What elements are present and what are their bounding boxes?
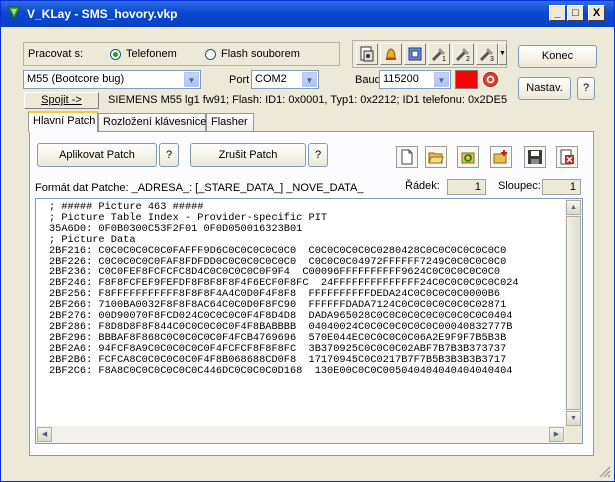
row-value: 1	[447, 179, 486, 195]
add-patch-button[interactable]	[490, 146, 512, 168]
editor-line[interactable]: 2BF2B6: FCFCA8C0C0C0C0C0F4F8B068688CD0F8…	[49, 354, 519, 366]
title-bar[interactable]: V_KLay - SMS_hovory.vkp _ □ X	[1, 1, 614, 27]
chip-button[interactable]	[404, 43, 426, 65]
bell-icon	[386, 48, 396, 60]
delete-file-button[interactable]	[556, 146, 578, 168]
column-label: Sloupec:	[498, 180, 541, 192]
scrollbar-corner	[565, 426, 582, 443]
add-folder-icon	[493, 150, 507, 164]
resize-grip-icon[interactable]	[598, 465, 611, 478]
chevron-up-icon: ▲	[570, 204, 577, 211]
open-folder-icon	[428, 152, 444, 164]
svg-text:1: 1	[442, 56, 446, 63]
chevron-right-icon: ▶	[553, 431, 560, 438]
editor-line[interactable]: 2BF2C6: F8A8C0C0C0C0C0C0C446DC0C0C0C0D16…	[49, 365, 519, 377]
tool3-button[interactable]: 3	[476, 43, 498, 65]
cancel-patch-button[interactable]: Zrušit Patch	[190, 143, 306, 167]
new-file-button[interactable]	[396, 146, 418, 168]
new-file-icon	[401, 149, 413, 165]
work-with-label: Pracovat s:	[28, 48, 84, 60]
tab-flasher[interactable]: Flasher	[206, 113, 254, 131]
column-value: 1	[542, 179, 581, 195]
row-label: Řádek:	[405, 180, 440, 192]
tool2-icon: 2	[455, 47, 470, 63]
stop-button[interactable]	[482, 71, 499, 88]
cancel-patch-help-button[interactable]: ?	[308, 143, 328, 167]
scroll-up-button[interactable]: ▲	[566, 200, 581, 215]
maximize-button[interactable]: □	[567, 5, 584, 21]
scroll-down-button[interactable]: ▼	[566, 411, 581, 426]
delete-file-icon	[560, 149, 574, 165]
end-button[interactable]: Konec	[518, 45, 597, 68]
baud-value: 115200	[383, 73, 419, 85]
connect-button[interactable]: Spojit ->	[24, 92, 99, 109]
chevron-down-icon: ▼	[570, 415, 577, 422]
svg-text:3: 3	[490, 56, 494, 63]
editor-line[interactable]: ; Picture Data	[49, 234, 519, 246]
patch-format-label: Formát dat Patche: _ADRESA_: [_STARE_DAT…	[35, 182, 364, 194]
scroll-left-button[interactable]: ◀	[37, 427, 52, 442]
port-select[interactable]: COM2 ▼	[251, 70, 319, 89]
close-button[interactable]: X	[588, 5, 605, 21]
device-status-text: SIEMENS M55 lg1 fw91; Flash: ID1: 0x0001…	[108, 94, 508, 106]
horizontal-scrollbar[interactable]: ◀ ▶	[36, 426, 565, 443]
chevron-down-icon[interactable]: ▼	[184, 72, 199, 87]
svg-text:2: 2	[466, 56, 470, 63]
port-label: Port	[229, 74, 250, 86]
radio-phone[interactable]	[110, 49, 121, 60]
bell-button[interactable]	[380, 43, 402, 65]
baud-select[interactable]: 115200 ▼	[379, 70, 451, 89]
open-file-button[interactable]	[425, 146, 447, 168]
patch-text[interactable]: ; ##### Picture 463 #####; Picture Table…	[49, 202, 519, 377]
save-button[interactable]	[524, 146, 546, 168]
chevron-down-icon: ▼	[499, 50, 506, 57]
tab-keyboard-layout[interactable]: Rozložení klávesnice	[98, 113, 206, 131]
chip-icon	[408, 47, 422, 61]
connection-status-indicator	[455, 70, 478, 89]
connect-label: Spojit ->	[41, 94, 82, 106]
tool1-icon: 1	[431, 47, 446, 63]
tab-main-patch[interactable]: Hlavní Patch	[28, 111, 98, 132]
window-title: V_KLay - SMS_hovory.vkp	[27, 7, 178, 21]
model-value: M55 (Bootcore bug)	[27, 73, 125, 85]
vertical-scroll-thumb[interactable]	[566, 216, 581, 410]
vertical-scrollbar[interactable]: ▲ ▼	[565, 199, 582, 427]
stop-icon	[483, 72, 498, 87]
port-value: COM2	[255, 73, 287, 85]
radio-phone-label[interactable]: Telefonem	[126, 48, 177, 60]
patch-editor[interactable]: ; ##### Picture 463 #####; Picture Table…	[35, 198, 583, 444]
tool1-button[interactable]: 1	[428, 43, 450, 65]
settings-help-button[interactable]: ?	[577, 77, 595, 100]
save-icon	[528, 150, 542, 164]
app-window: V_KLay - SMS_hovory.vkp _ □ X Pracovat s…	[0, 0, 615, 482]
minimize-button[interactable]: _	[549, 5, 566, 21]
chevron-down-icon[interactable]: ▼	[434, 72, 449, 87]
app-logo-icon	[7, 6, 21, 20]
tool2-button[interactable]: 2	[452, 43, 474, 65]
chevron-left-icon: ◀	[41, 431, 48, 438]
reload-button[interactable]	[457, 146, 479, 168]
tool3-icon: 3	[479, 47, 494, 63]
scroll-right-button[interactable]: ▶	[549, 427, 564, 442]
apply-patch-help-button[interactable]: ?	[159, 143, 179, 167]
settings-button[interactable]: Nastav.	[518, 77, 571, 100]
chevron-down-icon[interactable]: ▼	[302, 72, 317, 87]
editor-line[interactable]: 2BF216: C0C0C0C0C0C0FAFFF9D6C0C0C0C0C0C0…	[49, 245, 519, 257]
apply-patch-button[interactable]: Aplikovat Patch	[37, 143, 157, 167]
radio-flash-file[interactable]	[205, 49, 216, 60]
radio-flash-label[interactable]: Flash souborem	[221, 48, 300, 60]
baud-label: Baud	[355, 74, 381, 86]
phone-book-button[interactable]	[356, 43, 378, 65]
tool-dropdown-button[interactable]: ▼	[498, 43, 507, 65]
phone-book-icon	[360, 46, 374, 62]
model-select[interactable]: M55 (Bootcore bug) ▼	[23, 70, 201, 89]
reload-icon	[461, 152, 475, 164]
